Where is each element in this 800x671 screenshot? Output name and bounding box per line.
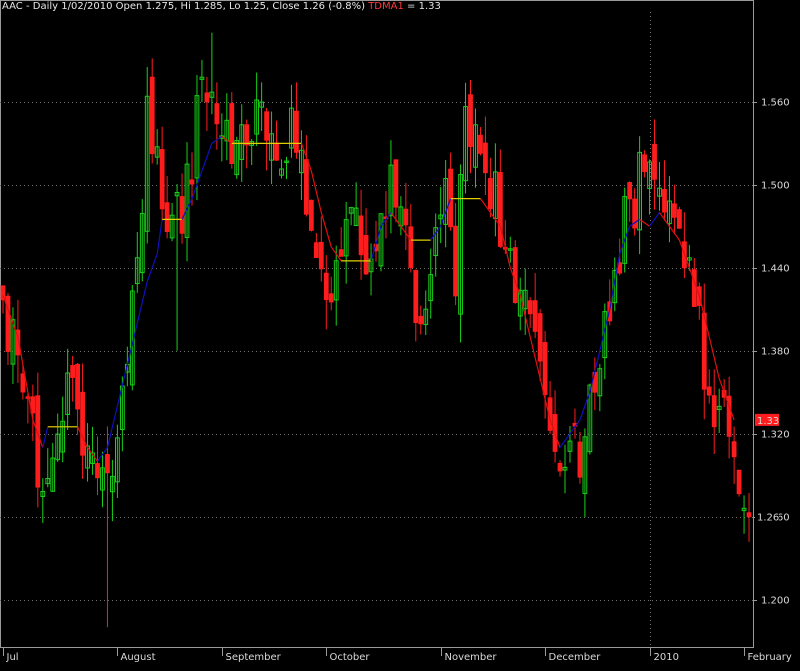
candle-body xyxy=(706,386,712,396)
candle-body xyxy=(274,142,279,161)
close-badge-text: 1.26 xyxy=(757,513,779,524)
x-tick-label: February xyxy=(748,652,792,663)
x-tick-label: November xyxy=(445,652,498,663)
candle-body xyxy=(731,441,737,458)
candle-body xyxy=(542,342,548,396)
plot-frame xyxy=(0,0,754,648)
candle-body xyxy=(323,272,329,301)
candle-body xyxy=(159,149,165,210)
candle-body xyxy=(149,76,155,155)
candle-body xyxy=(736,469,742,495)
candle-body xyxy=(557,462,563,472)
y-tick-label: 1.320 xyxy=(761,430,790,441)
candle-body xyxy=(532,300,538,332)
candle-body xyxy=(672,203,677,218)
ma-segment xyxy=(649,212,660,227)
ma-segment xyxy=(146,253,158,282)
y-tick-label: 1.560 xyxy=(761,98,790,109)
candle-body xyxy=(577,441,583,478)
ma-segment xyxy=(42,426,49,448)
candle-body xyxy=(303,159,309,215)
candle-body xyxy=(70,365,76,378)
ma-segment xyxy=(201,143,213,172)
candle-body xyxy=(328,293,334,303)
candle-body xyxy=(527,300,533,315)
candle-body xyxy=(318,241,324,270)
candle-body xyxy=(393,159,399,208)
x-tick-label: December xyxy=(549,652,602,663)
candle-body xyxy=(363,235,369,275)
candle-body xyxy=(512,247,518,304)
candle-body xyxy=(537,313,543,362)
candle-body xyxy=(80,391,85,456)
candle-body xyxy=(652,143,657,180)
candle-body xyxy=(627,182,633,200)
y-tick-label: 1.380 xyxy=(761,347,790,358)
ma-badge-text: 1.33 xyxy=(757,416,779,427)
candle-body xyxy=(677,209,682,229)
candle-body xyxy=(358,215,364,256)
candle-body xyxy=(229,103,235,164)
ma-segment xyxy=(320,212,332,248)
candle-body xyxy=(264,111,269,141)
candle-body xyxy=(95,463,100,479)
candle-body xyxy=(214,103,220,125)
candle-body xyxy=(488,178,493,210)
candle-body xyxy=(642,154,647,172)
ma-segment xyxy=(156,219,163,255)
candle-body xyxy=(338,249,344,257)
candle-body xyxy=(308,199,314,231)
candle-body xyxy=(164,202,170,233)
x-tick-label: August xyxy=(121,652,156,663)
candle-body xyxy=(313,242,319,259)
candle-body xyxy=(701,312,707,390)
candle-body xyxy=(418,315,424,325)
candle-body xyxy=(105,453,110,474)
candle-body xyxy=(478,134,483,154)
candle-body xyxy=(189,179,195,185)
y-tick-label: 1.500 xyxy=(761,181,790,192)
candle-body xyxy=(20,373,26,393)
candle-body xyxy=(244,124,250,146)
candle-body xyxy=(746,512,752,518)
candle-body xyxy=(448,168,454,228)
candle-body xyxy=(403,208,409,226)
candle-body xyxy=(453,225,458,297)
candle-body xyxy=(662,189,667,213)
x-tick-label: 2010 xyxy=(654,652,679,663)
candle-body xyxy=(413,269,419,324)
candle-body xyxy=(691,269,697,307)
x-tick-label: Jul xyxy=(6,652,19,663)
chart-area: AAC - Daily 1/02/2010 Open 1.275, Hi 1.2… xyxy=(0,0,800,671)
x-tick-label: September xyxy=(226,652,282,663)
candle-body xyxy=(204,92,210,103)
candle-body xyxy=(483,142,488,174)
candle-body xyxy=(75,363,80,410)
ma-segment xyxy=(17,336,34,420)
ma-segment xyxy=(136,281,148,324)
candle-body xyxy=(711,395,717,428)
ma-segment xyxy=(2,295,19,338)
candle-body xyxy=(179,196,185,234)
candle-body xyxy=(497,172,503,247)
candle-body xyxy=(468,94,473,148)
candle-body xyxy=(294,110,299,153)
y-tick-label: 1.440 xyxy=(761,264,790,275)
x-tick-label: October xyxy=(330,652,371,663)
candle-body xyxy=(408,226,414,269)
candle-body xyxy=(35,395,41,488)
candles-group xyxy=(0,32,752,628)
y-tick-label: 1.200 xyxy=(761,596,790,607)
price-plot: 1.2001.2601.3201.3801.4401.5001.560JulAu… xyxy=(0,0,792,663)
